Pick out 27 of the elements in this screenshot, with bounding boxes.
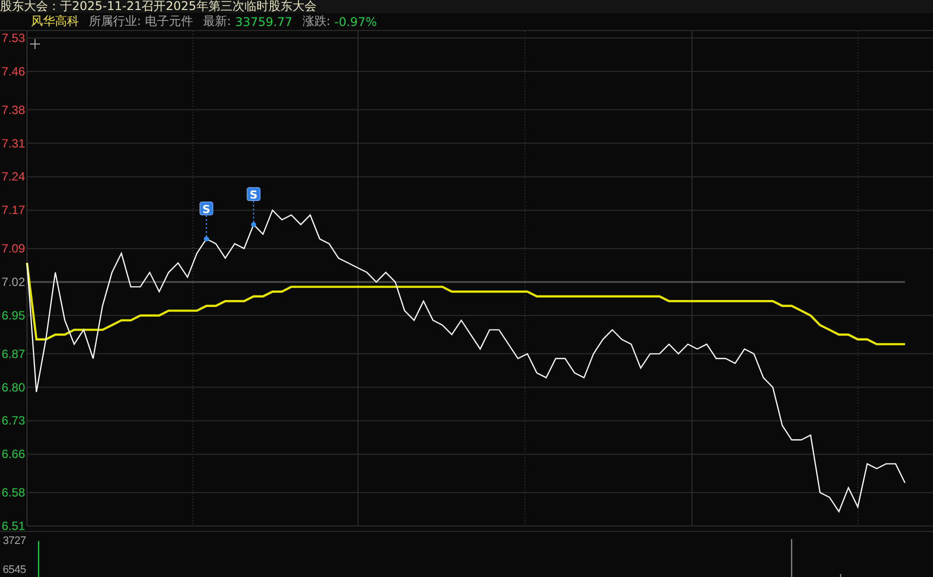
change-value: -0.97%	[334, 14, 377, 28]
y-axis-label: 6.87	[2, 346, 25, 361]
volume-axis-label: 6545	[2, 564, 26, 576]
industry-value: 电子元件	[145, 13, 194, 30]
volume-axis-label: 3727	[2, 535, 26, 547]
y-axis-label: 7.02	[2, 275, 25, 289]
annotation: S	[202, 202, 210, 216]
y-axis-label: 6.73	[2, 414, 25, 428]
y-axis-label: 7.46	[2, 64, 25, 78]
y-axis-label: 7.38	[2, 102, 25, 117]
y-axis-label: 7.53	[2, 31, 25, 45]
industry-label: 所属行业:	[89, 13, 142, 30]
y-axis-label: 7.17	[2, 203, 25, 218]
stock-name[interactable]: 风华高科	[31, 13, 79, 30]
y-axis-label: 6.51	[2, 519, 25, 531]
y-axis-label: 6.66	[2, 447, 25, 462]
y-axis-label: 6.58	[2, 486, 25, 500]
y-axis-label: 7.31	[2, 136, 25, 150]
latest-label: 最新:	[203, 13, 232, 30]
y-axis-label: 7.09	[2, 242, 25, 256]
notice-text: 股东大会：于2025-11-21召开2025年第三次临时股东大会	[0, 0, 933, 13]
latest-value: 33759.77	[235, 14, 292, 28]
annotation: S	[250, 188, 258, 202]
y-axis-label: 6.95	[2, 308, 25, 322]
y-axis-label: 7.24	[2, 170, 25, 184]
change-label: 涨跌:	[302, 13, 330, 30]
y-axis-label: 6.80	[2, 380, 25, 394]
